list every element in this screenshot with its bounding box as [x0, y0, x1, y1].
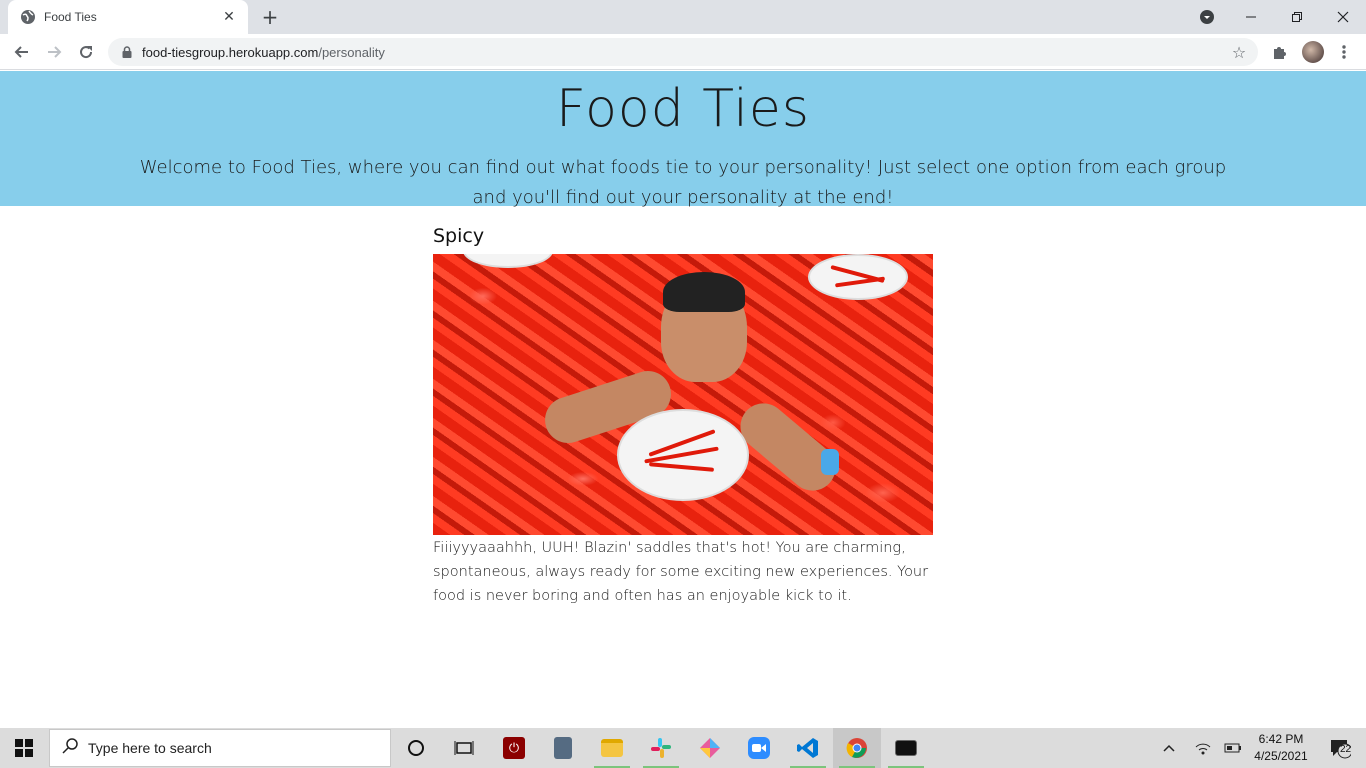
power-app-icon[interactable]: ⏻ — [490, 728, 538, 768]
windows-start-icon[interactable] — [0, 728, 48, 768]
clock-date: 4/25/2021 — [1254, 749, 1308, 763]
lock-icon[interactable] — [120, 45, 134, 59]
chevron-up-icon[interactable] — [1158, 728, 1180, 768]
spicy-peppers-image — [433, 254, 933, 535]
minimize-button[interactable] — [1228, 0, 1274, 34]
task-view-icon[interactable] — [440, 728, 488, 768]
personality-result-card: Spicy Fiiiyyyaaahhh, UUH! Blazin' saddle… — [433, 223, 933, 608]
result-description: Fiiiyyyaaahhh, UUH! Blazin' saddles that… — [433, 540, 929, 604]
site-title: Food Ties — [556, 79, 810, 139]
file-explorer-icon[interactable] — [588, 728, 636, 768]
system-clock[interactable]: 6:42 PM 4/25/2021 — [1250, 731, 1312, 765]
slack-icon[interactable] — [637, 728, 685, 768]
web-page: Food Ties Welcome to Food Ties, where yo… — [0, 71, 1366, 728]
person-hair — [663, 272, 745, 312]
menu-kebab-icon[interactable] — [1332, 40, 1356, 64]
diamond-app-icon[interactable] — [686, 728, 734, 768]
cortana-circle-icon[interactable] — [392, 728, 440, 768]
globe-icon — [20, 9, 36, 25]
chili-plate — [617, 409, 749, 501]
extensions-puzzle-icon[interactable] — [1268, 40, 1292, 64]
result-heading: Spicy — [433, 225, 485, 247]
wristwatch — [821, 449, 839, 475]
search-icon — [62, 738, 78, 758]
tab-search-icon[interactable] — [1196, 0, 1218, 34]
tab-title: Food Ties — [44, 10, 97, 24]
chrome-icon[interactable] — [833, 728, 881, 768]
close-window-button[interactable] — [1320, 0, 1366, 34]
vscode-icon[interactable] — [784, 728, 832, 768]
clock-time: 6:42 PM — [1258, 732, 1304, 746]
calculator-icon[interactable] — [539, 728, 587, 768]
intro-text: Welcome to Food Ties, where you can find… — [139, 157, 1227, 208]
url-text: food-tiesgroup.herokuapp.com/personality — [142, 45, 385, 60]
back-arrow-icon[interactable] — [10, 40, 34, 64]
restore-button[interactable] — [1274, 0, 1320, 34]
url-path: /personality — [318, 44, 385, 60]
wifi-icon[interactable] — [1192, 728, 1214, 768]
hero-banner: Food Ties Welcome to Food Ties, where yo… — [0, 71, 1366, 208]
notification-count: 22 — [1340, 744, 1352, 755]
url-host: food-tiesgroup.herokuapp.com — [142, 44, 319, 60]
forward-arrow-icon[interactable] — [42, 40, 66, 64]
plate — [808, 254, 908, 300]
taskbar-search-box[interactable]: Type here to search — [49, 729, 391, 767]
browser-toolbar: food-tiesgroup.herokuapp.com/personality… — [0, 34, 1366, 70]
battery-icon[interactable] — [1222, 728, 1244, 768]
browser-tab[interactable]: Food Ties ✕ — [8, 0, 248, 34]
new-tab-button[interactable]: + — [258, 5, 282, 29]
bookmark-star-icon[interactable]: ☆ — [1230, 43, 1248, 62]
close-tab-icon[interactable]: ✕ — [220, 8, 238, 26]
terminal-icon[interactable] — [882, 728, 930, 768]
browser-tab-strip: Food Ties ✕ + — [0, 0, 1366, 34]
address-bar[interactable]: food-tiesgroup.herokuapp.com/personality… — [108, 38, 1258, 66]
notification-center-icon[interactable]: 22 — [1320, 728, 1360, 768]
windows-taskbar: Type here to search ⏻ 6:42 PM 4/25/2021 … — [0, 728, 1366, 768]
search-placeholder: Type here to search — [88, 740, 212, 756]
reload-icon[interactable] — [74, 40, 98, 64]
zoom-icon[interactable] — [735, 728, 783, 768]
plate — [463, 254, 553, 268]
profile-avatar[interactable] — [1301, 40, 1325, 64]
